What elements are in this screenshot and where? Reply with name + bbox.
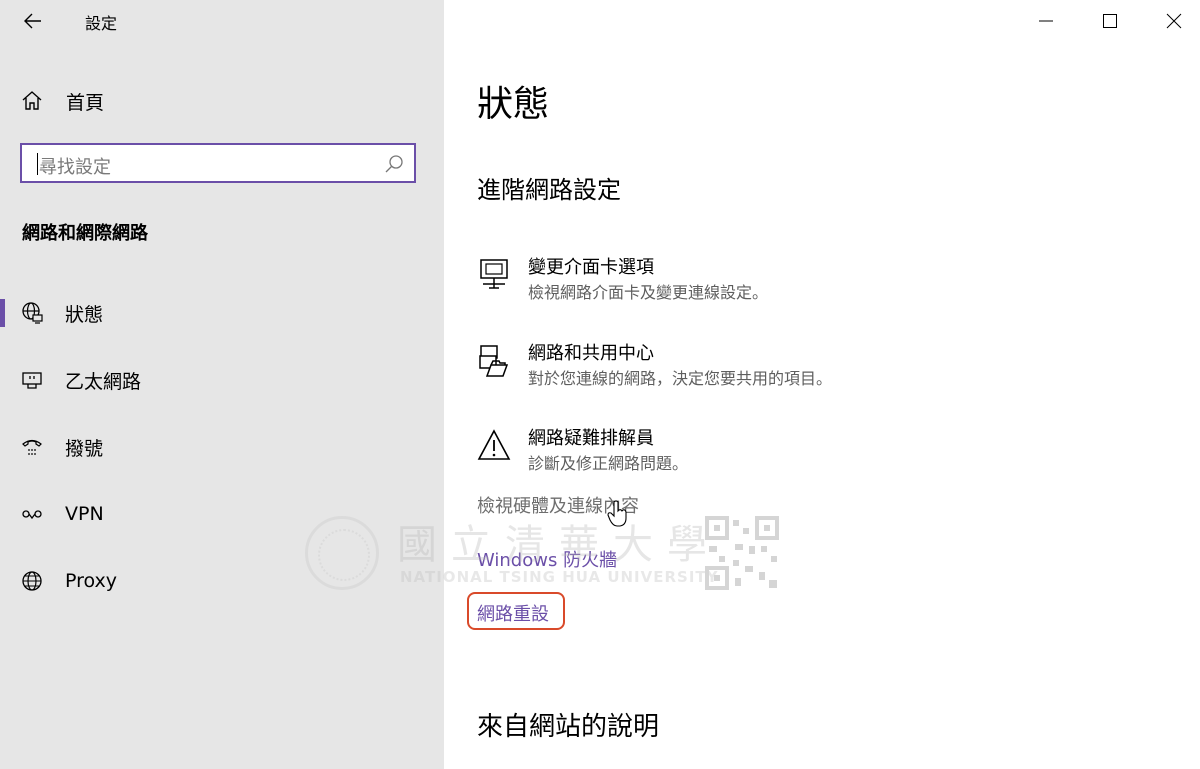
- search-placeholder: 尋找設定: [39, 157, 111, 178]
- sidebar-item-label: Proxy: [65, 570, 118, 592]
- sidebar-item-label: 撥號: [65, 437, 104, 460]
- qr-code-icon: [705, 516, 779, 590]
- network-sharing-center[interactable]: 網路和共用中心 對於您連線的網路，決定您要共用的項目。: [477, 339, 1077, 389]
- link-desc: 診斷及修正網路問題。: [528, 454, 689, 473]
- text-caret: [37, 153, 38, 175]
- watermark-name: 國立清華大學: [397, 522, 721, 568]
- sidebar-item-status[interactable]: 狀態: [0, 293, 444, 333]
- link-title: 網路和共用中心: [528, 343, 654, 364]
- network-troubleshooter[interactable]: 網路疑難排解員 診斷及修正網路問題。: [477, 424, 1077, 474]
- selection-indicator: [0, 299, 5, 327]
- ethernet-icon: [19, 367, 45, 393]
- main-content: 狀態 進階網路設定 變更介面卡選項 檢視網路介面卡及變更連線設定。 網路和共用中…: [467, 0, 1177, 769]
- app-title: 設定: [85, 14, 118, 33]
- sidebar-item-label: 狀態: [65, 303, 104, 326]
- globe-icon: [19, 568, 45, 594]
- watermark-english: NATIONAL TSING HUA UNIVERSITY: [400, 568, 719, 586]
- vpn-icon: [19, 501, 45, 527]
- dialup-icon: [19, 434, 45, 460]
- search-icon[interactable]: [384, 154, 404, 174]
- help-from-web-title: 來自網站的說明: [477, 712, 660, 742]
- university-seal-icon: [305, 516, 379, 590]
- sidebar-item-dialup[interactable]: 撥號: [0, 427, 444, 467]
- sharing-center-icon: [479, 345, 509, 377]
- home-nav[interactable]: 首頁: [20, 86, 104, 116]
- warning-icon: [477, 429, 511, 460]
- link-title: 變更介面卡選項: [528, 257, 654, 278]
- home-icon: [22, 91, 42, 110]
- section-title: 網路和網際網路: [22, 223, 148, 244]
- link-title: 網路疑難排解員: [528, 428, 654, 449]
- page-title: 狀態: [477, 84, 550, 125]
- sidebar-item-label: 乙太網路: [65, 370, 142, 393]
- network-reset-link[interactable]: 網路重設: [477, 600, 549, 626]
- advanced-settings-title: 進階網路設定: [477, 176, 621, 204]
- sidebar: 設定 首頁 尋找設定 網路和網際網路 狀態 乙太網路 撥號 VPN Proxy: [0, 0, 444, 769]
- watermark: 國立清華大學 NATIONAL TSING HUA UNIVERSITY: [305, 512, 785, 592]
- home-label: 首頁: [66, 91, 105, 114]
- sidebar-item-ethernet[interactable]: 乙太網路: [0, 360, 444, 400]
- sidebar-item-label: VPN: [65, 503, 104, 525]
- network-adapter-icon: [480, 259, 508, 289]
- change-adapter-options[interactable]: 變更介面卡選項 檢視網路介面卡及變更連線設定。: [477, 253, 1077, 303]
- link-desc: 檢視網路介面卡及變更連線設定。: [528, 283, 769, 302]
- search-input[interactable]: 尋找設定: [20, 143, 416, 183]
- back-arrow-icon: [24, 13, 41, 29]
- globe-monitor-icon: [19, 300, 45, 326]
- link-desc: 對於您連線的網路，決定您要共用的項目。: [528, 369, 833, 388]
- back-button[interactable]: [20, 8, 46, 34]
